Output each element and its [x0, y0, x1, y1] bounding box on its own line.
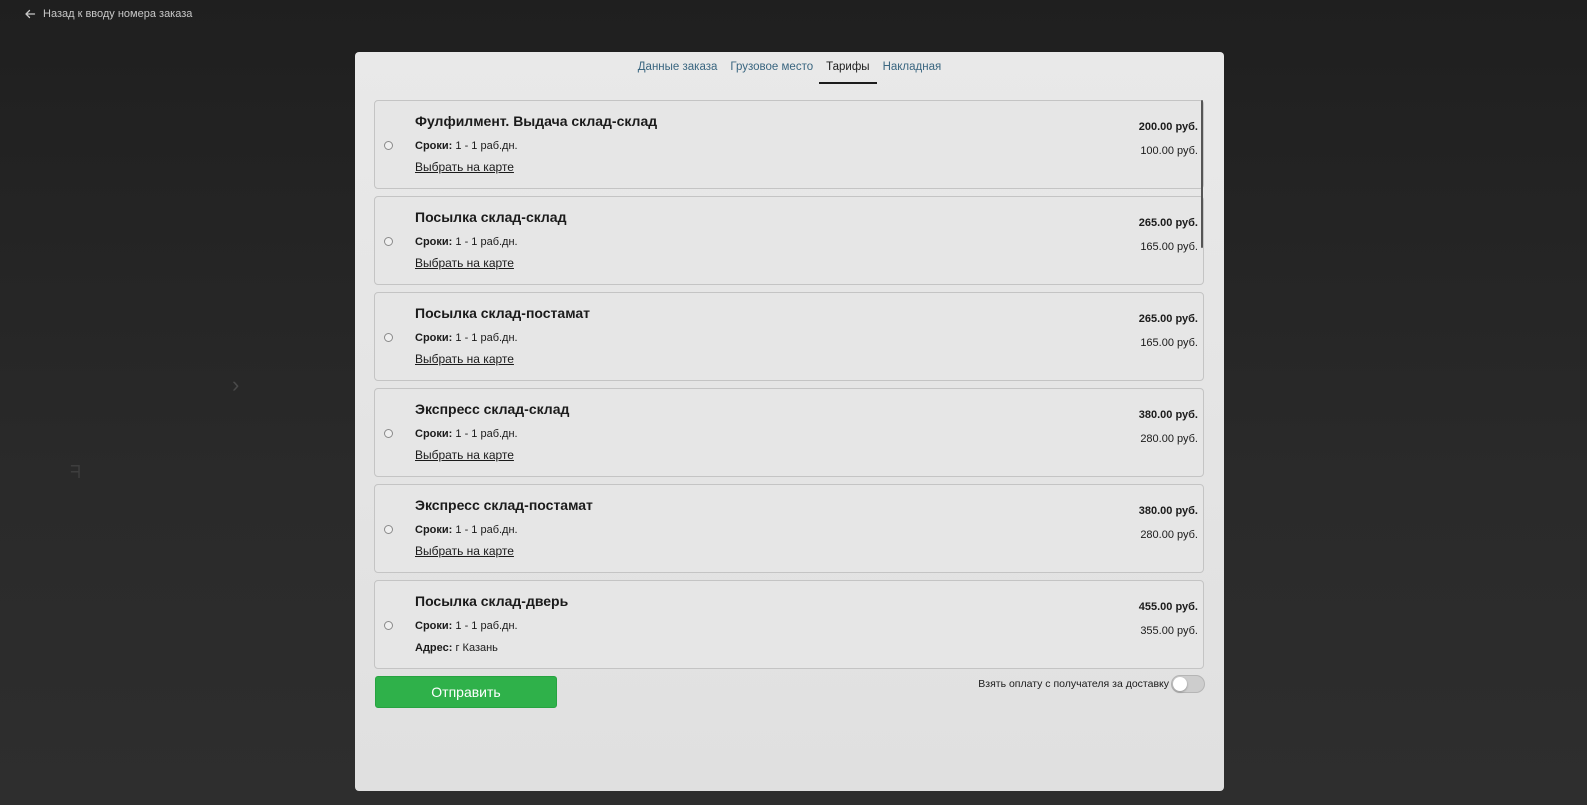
tariff-terms: Сроки: 1 - 1 раб.дн. [415, 236, 518, 248]
tariff-card[interactable]: Экспресс склад-склад Сроки: 1 - 1 раб.дн… [374, 388, 1204, 477]
address-value: г Казань [455, 642, 498, 654]
tariff-radio[interactable] [384, 237, 393, 246]
tariff-list[interactable]: Фулфилмент. Выдача склад-склад Сроки: 1 … [374, 100, 1204, 714]
tariff-price-main: 380.00 руб. [1138, 505, 1198, 517]
tariff-card[interactable]: Экспресс склад-постамат Сроки: 1 - 1 раб… [374, 484, 1204, 573]
tab-label: Тарифы [826, 61, 870, 73]
tariff-title: Посылка склад-склад [415, 209, 567, 225]
terms-label: Сроки: [415, 332, 453, 344]
tariff-title: Экспресс склад-постамат [415, 497, 593, 513]
tariff-title: Экспресс склад-склад [415, 401, 570, 417]
terms-value: 1 - 1 раб.дн. [455, 620, 518, 632]
tariff-price-secondary: 165.00 руб. [1140, 241, 1198, 253]
terms-label: Сроки: [415, 524, 453, 536]
choose-on-map-link[interactable]: Выбрать на карте [415, 352, 514, 366]
background-chevron-icon: › [232, 372, 240, 397]
recipient-payment-label: Взять оплату с получателя за доставку [978, 678, 1169, 690]
terms-value: 1 - 1 раб.дн. [455, 524, 518, 536]
tariff-radio[interactable] [384, 141, 393, 150]
toggle-knob [1173, 677, 1187, 691]
tariff-radio[interactable] [384, 429, 393, 438]
tariff-price-main: 265.00 руб. [1138, 217, 1198, 229]
tariff-terms: Сроки: 1 - 1 раб.дн. [415, 332, 518, 344]
tariff-price-secondary: 280.00 руб. [1140, 433, 1198, 445]
tariff-title: Посылка склад-постамат [415, 305, 591, 321]
arrow-left-icon [25, 9, 36, 19]
tariff-price-main: 265.00 руб. [1138, 313, 1198, 325]
terms-label: Сроки: [415, 620, 453, 632]
terms-value: 1 - 1 раб.дн. [455, 140, 518, 152]
choose-on-map-link[interactable]: Выбрать на карте [415, 544, 514, 558]
tab-label: Накладная [882, 61, 942, 73]
order-panel: Данные заказа Грузовое место Тарифы Накл… [355, 52, 1224, 791]
tariff-address: Адрес: г Казань [415, 642, 498, 654]
terms-label: Сроки: [415, 236, 453, 248]
tariff-card[interactable]: Посылка склад-дверь Сроки: 1 - 1 раб.дн.… [374, 580, 1204, 669]
terms-value: 1 - 1 раб.дн. [455, 332, 518, 344]
tab-bar: Данные заказа Грузовое место Тарифы Накл… [355, 58, 1224, 86]
tariff-title: Посылка склад-дверь [415, 593, 569, 609]
choose-on-map-link[interactable]: Выбрать на карте [415, 448, 514, 462]
tariff-radio[interactable] [384, 621, 393, 630]
tariff-card[interactable]: Посылка склад-склад Сроки: 1 - 1 раб.дн.… [374, 196, 1204, 285]
recipient-payment-toggle[interactable] [1171, 675, 1205, 693]
tariff-price-secondary: 355.00 руб. [1140, 625, 1198, 637]
tab-label: Данные заказа [637, 61, 718, 73]
tariff-terms: Сроки: 1 - 1 раб.дн. [415, 140, 518, 152]
tariff-card[interactable]: Фулфилмент. Выдача склад-склад Сроки: 1 … [374, 100, 1204, 189]
tab-tariffs[interactable]: Тарифы [819, 58, 878, 84]
submit-button[interactable]: Отправить [375, 676, 557, 708]
choose-on-map-link[interactable]: Выбрать на карте [415, 256, 514, 270]
choose-on-map-link[interactable]: Выбрать на карте [415, 160, 514, 174]
terms-label: Сроки: [415, 428, 453, 440]
tariff-price-secondary: 165.00 руб. [1140, 337, 1198, 349]
tab-order-data[interactable]: Данные заказа [638, 58, 718, 84]
list-scrollbar[interactable] [1201, 100, 1203, 248]
tariff-price-main: 200.00 руб. [1138, 121, 1198, 133]
tariff-terms: Сроки: 1 - 1 раб.дн. [415, 524, 518, 536]
tariff-price-main: 380.00 руб. [1138, 409, 1198, 421]
tariff-terms: Сроки: 1 - 1 раб.дн. [415, 620, 518, 632]
terms-value: 1 - 1 раб.дн. [455, 236, 518, 248]
tariff-terms: Сроки: 1 - 1 раб.дн. [415, 428, 518, 440]
tariff-price-secondary: 280.00 руб. [1140, 529, 1198, 541]
address-label: Адрес: [415, 642, 453, 654]
tab-label: Грузовое место [730, 61, 814, 73]
tariff-radio[interactable] [384, 333, 393, 342]
tariff-price-main: 455.00 руб. [1138, 601, 1198, 613]
terms-label: Сроки: [415, 140, 453, 152]
tariff-radio[interactable] [384, 525, 393, 534]
tab-cargo-place[interactable]: Грузовое место [730, 58, 813, 84]
tariff-price-secondary: 100.00 руб. [1140, 145, 1198, 157]
terms-value: 1 - 1 раб.дн. [455, 428, 518, 440]
back-link-label: Назад к вводу номера заказа [43, 8, 193, 20]
tariff-title: Фулфилмент. Выдача склад-склад [415, 113, 658, 129]
tab-waybill[interactable]: Накладная [883, 58, 942, 84]
tariff-card[interactable]: Посылка склад-постамат Сроки: 1 - 1 раб.… [374, 292, 1204, 381]
background-decoration-icon: ᖷ [70, 462, 81, 482]
back-to-order-number-link[interactable]: Назад к вводу номера заказа [24, 6, 192, 22]
